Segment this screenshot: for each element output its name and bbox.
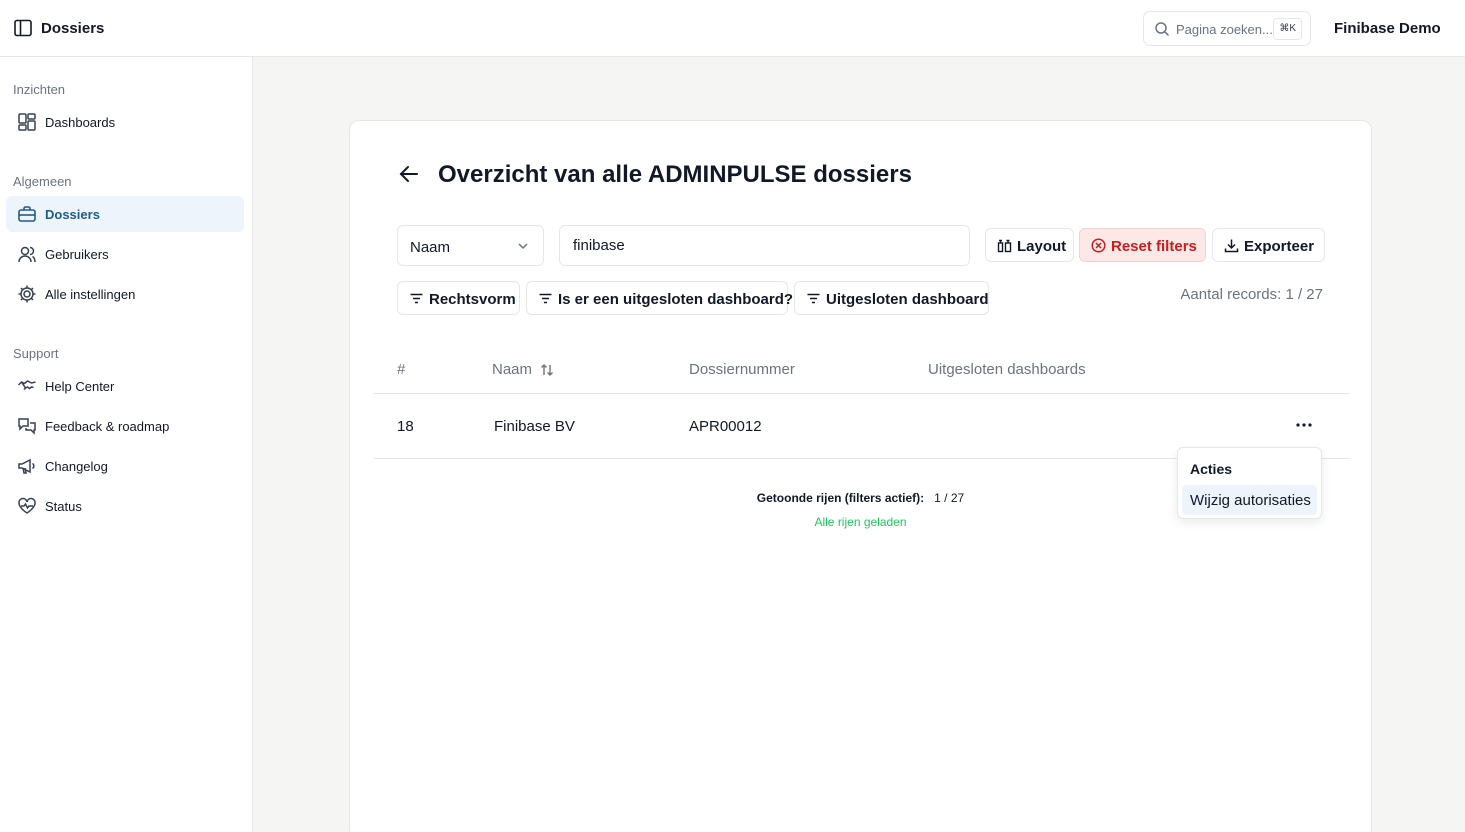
sidebar-item-label: Help Center (45, 379, 115, 394)
sidebar-item-help-center[interactable]: Help Center (6, 368, 244, 404)
page-search[interactable]: Pagina zoeken... ⌘K (1143, 11, 1311, 46)
filter-icon (807, 293, 820, 304)
filter-field-value: Naam (410, 239, 451, 256)
search-icon (1155, 22, 1170, 37)
sidebar-item-label: Dossiers (45, 207, 100, 222)
filter-icon (410, 293, 423, 304)
export-label: Exporteer (1244, 238, 1315, 255)
sidebar-item-label: Gebruikers (45, 247, 109, 262)
cell-naam[interactable]: Finibase BV (494, 418, 575, 435)
sidebar-item-dossiers[interactable]: Dossiers (6, 196, 244, 232)
rows-summary-label: Getoonde rijen (filters actief): (756, 491, 925, 505)
download-icon (1224, 239, 1239, 253)
close-circle-icon (1091, 238, 1106, 253)
sidebar-item-label: Dashboards (45, 115, 116, 130)
rows-summary-value: 1 / 27 (934, 491, 965, 505)
sidebar-item-label: Status (45, 499, 82, 514)
sidebar-item-status[interactable]: Status (6, 488, 244, 524)
reset-filters-button[interactable]: Reset filters (1079, 228, 1206, 262)
more-actions-icon[interactable] (1293, 414, 1315, 436)
sidebar-toggle-icon[interactable] (14, 19, 32, 37)
filter-label: Uitgesloten dashboard (826, 291, 989, 308)
filter-field-select[interactable]: Naam (397, 225, 544, 266)
sidebar-item-label: Alle instellingen (45, 287, 136, 302)
filter-rechtsvorm[interactable]: Rechtsvorm (397, 281, 520, 315)
chevron-down-icon (518, 243, 528, 250)
filter-uitgesloten-vraag[interactable]: Is er een uitgesloten dashboard? (526, 281, 793, 315)
records-count: Aantal records: 1 / 27 (1180, 286, 1323, 303)
layout-columns-icon (997, 239, 1012, 253)
search-shortcut: ⌘K (1273, 18, 1302, 40)
sidebar: Inzichten Dashboards Algemeen Dossiers G… (0, 57, 253, 832)
gear-icon (18, 285, 36, 303)
sidebar-item-dashboards[interactable]: Dashboards (6, 104, 244, 140)
back-arrow-icon[interactable] (398, 163, 420, 185)
sort-icon[interactable] (539, 362, 555, 378)
filter-label: Rechtsvorm (429, 291, 516, 308)
sidebar-group-label: Inzichten (13, 82, 66, 97)
filter-icon (539, 293, 552, 304)
column-header-number: # (397, 361, 406, 378)
sidebar-item-gebruikers[interactable]: Gebruikers (6, 236, 244, 272)
megaphone-icon (18, 458, 35, 474)
header-divider (374, 393, 1349, 394)
actions-dropdown: Acties Wijzig autorisaties (1177, 447, 1322, 519)
reset-filters-label: Reset filters (1111, 238, 1197, 255)
users-icon (18, 246, 36, 263)
filter-uitgesloten-dashboard[interactable]: Uitgesloten dashboard (794, 281, 989, 315)
menu-item-wijzig-autorisaties[interactable]: Wijzig autorisaties (1182, 485, 1317, 515)
column-header-dossiernummer: Dossiernummer (689, 361, 795, 378)
briefcase-icon (18, 206, 36, 222)
search-placeholder: Pagina zoeken... (1176, 22, 1273, 37)
sidebar-item-feedback[interactable]: Feedback & roadmap (6, 408, 244, 444)
layout-label: Layout (1017, 238, 1067, 255)
export-button[interactable]: Exporteer (1212, 228, 1325, 262)
top-bar: Dossiers Pagina zoeken... ⌘K Finibase De… (0, 0, 1465, 57)
org-name[interactable]: Finibase Demo (1334, 20, 1441, 37)
sidebar-item-label: Feedback & roadmap (45, 419, 170, 434)
cell-number: 18 (397, 418, 414, 435)
sidebar-group-label: Algemeen (13, 174, 72, 189)
sidebar-item-changelog[interactable]: Changelog (6, 448, 244, 484)
filter-value-input[interactable] (559, 225, 970, 266)
actions-menu-title: Acties (1190, 461, 1233, 477)
handshake-icon (17, 380, 36, 391)
chat-icon (18, 418, 36, 435)
column-header-naam[interactable]: Naam (492, 361, 532, 378)
page-title: Overzicht van alle ADMINPULSE dossiers (438, 161, 912, 188)
sidebar-item-instellingen[interactable]: Alle instellingen (6, 276, 244, 312)
menu-item-label: Wijzig autorisaties (1190, 492, 1311, 509)
heart-pulse-icon (18, 497, 36, 514)
dashboard-grid-icon (18, 113, 36, 131)
sidebar-item-label: Changelog (45, 459, 108, 474)
cell-dossiernummer: APR00012 (689, 418, 762, 435)
sidebar-group-label: Support (13, 346, 59, 361)
column-header-uitgesloten: Uitgesloten dashboards (928, 361, 1086, 378)
app-title: Dossiers (41, 20, 105, 37)
filter-label: Is er een uitgesloten dashboard? (558, 291, 794, 308)
layout-button[interactable]: Layout (985, 228, 1074, 262)
main-area: Overzicht van alle ADMINPULSE dossiers N… (253, 57, 1465, 832)
